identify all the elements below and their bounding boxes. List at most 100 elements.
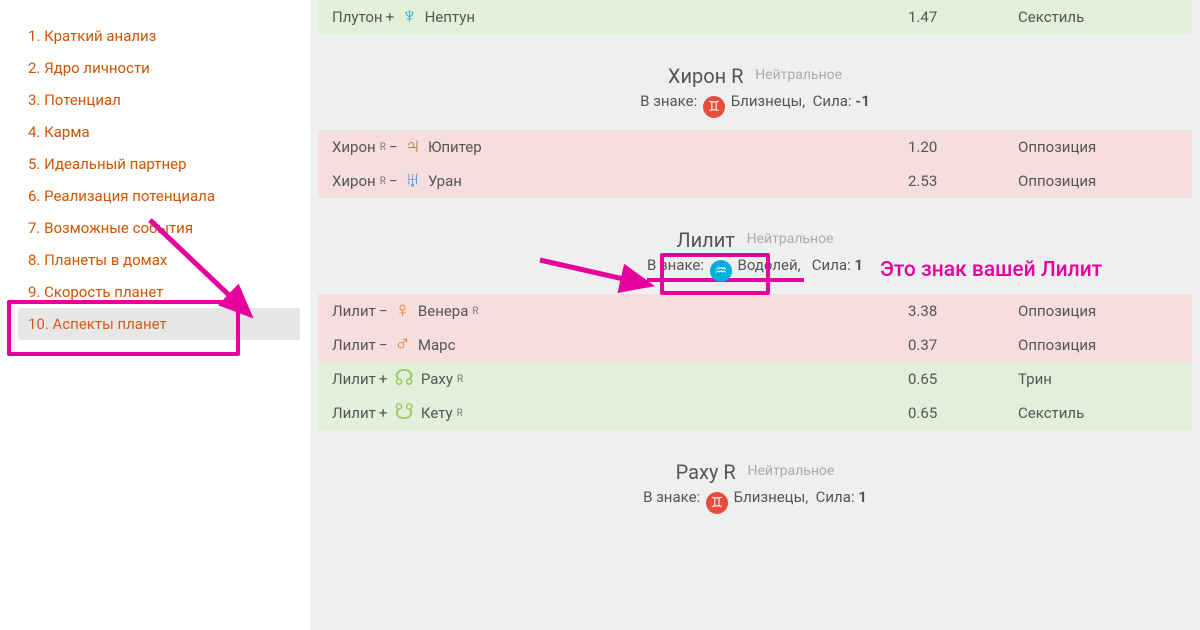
strength-label: Сила: xyxy=(813,92,852,110)
aspect-row: Лилит − ♀ ВенераR 3.38 Оппозиция xyxy=(318,294,1192,328)
nav-label: 6. Реализация потенциала xyxy=(28,187,215,205)
planet-left: Лилит xyxy=(332,404,376,422)
aspect-name: Оппозиция xyxy=(1018,138,1178,156)
strength-value: -1 xyxy=(855,92,870,110)
aspect-planets: Хирон R − ♃ Юпитер xyxy=(332,136,908,158)
comma: , xyxy=(805,488,808,506)
nav-item-2[interactable]: 2. Ядро личности xyxy=(18,52,300,84)
annotation-text: Это знак вашей Лилит xyxy=(880,258,1102,282)
retro-mark: R xyxy=(457,374,463,385)
aspect-orb: 0.65 xyxy=(908,404,1018,422)
nav-item-6[interactable]: 6. Реализация потенциала xyxy=(18,180,300,212)
planet-left: Хирон xyxy=(332,172,376,190)
underlined-sign-info: В знаке: ♒︎ Водолей, xyxy=(647,256,804,282)
aspect-table-top: Плутон + ♆ Нептун 1.47 Секстиль xyxy=(318,0,1192,34)
aspect-op: − xyxy=(389,138,398,156)
aspect-orb: 2.53 xyxy=(908,172,1018,190)
in-sign-label: В знаке: xyxy=(643,488,700,506)
section-title: Лилит xyxy=(676,228,734,252)
nav-item-7[interactable]: 7. Возможные события xyxy=(18,212,300,244)
planet-right: Кету xyxy=(421,404,453,422)
section-note: Нейтральное xyxy=(747,463,834,479)
aspect-name: Секстиль xyxy=(1018,8,1178,26)
aspect-planets: Лилит − ♀ ВенераR xyxy=(332,300,908,322)
aspect-table-lilith: Лилит − ♀ ВенераR 3.38 Оппозиция Лилит −… xyxy=(318,294,1192,430)
section-title: Раху R xyxy=(676,460,736,484)
neptune-icon: ♆ xyxy=(401,6,418,28)
retro-mark: R xyxy=(457,408,463,419)
mars-icon: ♂ xyxy=(394,334,411,356)
planet-left: Лилит xyxy=(332,302,376,320)
planet-right: Раху xyxy=(421,370,453,388)
planet-left: Хирон xyxy=(332,138,376,156)
planet-left: Плутон xyxy=(332,8,383,26)
aspect-op: − xyxy=(379,302,388,320)
nav-label: 2. Ядро личности xyxy=(28,59,150,77)
strength-value: 1 xyxy=(858,488,867,506)
comma: , xyxy=(802,92,805,110)
nav-item-8[interactable]: 8. Планеты в домах xyxy=(18,244,300,276)
aspect-name: Трин xyxy=(1018,370,1178,388)
comma: , xyxy=(798,256,801,274)
in-sign-label: В знаке: xyxy=(647,256,704,274)
aspect-orb: 0.37 xyxy=(908,336,1018,354)
aspect-planets: Лилит − ♂ Марс xyxy=(332,334,908,356)
aspect-planets: Лилит + ☋ Кету R xyxy=(332,402,908,424)
strength-label: Сила: xyxy=(816,488,855,506)
aspect-name: Оппозиция xyxy=(1018,336,1178,354)
planet-right: Уран xyxy=(428,172,462,190)
section-header-chiron: Хирон R Нейтральное xyxy=(318,48,1192,92)
aspect-planets: Лилит + ☊ РахуR xyxy=(332,368,908,390)
aspect-name: Оппозиция xyxy=(1018,302,1178,320)
main-content: Плутон + ♆ Нептун 1.47 Секстиль Хирон R … xyxy=(310,0,1200,630)
aspect-op: + xyxy=(386,8,395,26)
aspect-row: Лилит + ☊ РахуR 0.65 Трин xyxy=(318,362,1192,396)
planet-left: Лилит xyxy=(332,336,376,354)
section-note: Нейтральное xyxy=(747,231,834,247)
aspect-row: Плутон + ♆ Нептун 1.47 Секстиль xyxy=(318,0,1192,34)
nav-item-5[interactable]: 5. Идеальный партнер xyxy=(18,148,300,180)
retro-mark: R xyxy=(472,306,478,317)
planet-right: Юпитер xyxy=(428,138,482,156)
planet-right: Нептун xyxy=(425,8,475,26)
aspect-name: Секстиль xyxy=(1018,404,1178,422)
retro-mark: R xyxy=(380,142,386,153)
nav-item-4[interactable]: 4. Карма xyxy=(18,116,300,148)
section-title: Хирон R xyxy=(668,64,744,88)
aspect-planets: Хирон R − ♅ Уран xyxy=(332,170,908,192)
aspect-name: Оппозиция xyxy=(1018,172,1178,190)
nav-label: 5. Идеальный партнер xyxy=(28,155,187,173)
retro-mark: R xyxy=(380,176,386,187)
gemini-icon: ♊︎ xyxy=(703,96,725,118)
planet-right: Марс xyxy=(418,336,456,354)
nav-label: 4. Карма xyxy=(28,123,90,141)
aspect-table-chiron: Хирон R − ♃ Юпитер 1.20 Оппозиция Хирон R … xyxy=(318,130,1192,198)
ketu-icon: ☋ xyxy=(394,402,414,424)
sign-name: Водолей xyxy=(738,256,798,274)
nav-label: 9. Скорость планет xyxy=(28,283,164,301)
uranus-icon: ♅ xyxy=(404,170,421,192)
aspect-orb: 1.47 xyxy=(908,8,1018,26)
section-header-rahu: Раху R Нейтральное xyxy=(318,444,1192,488)
nav-label: 7. Возможные события xyxy=(28,219,193,237)
strength-value: 1 xyxy=(854,256,863,274)
in-sign-label: В знаке: xyxy=(640,92,697,110)
aspect-orb: 1.20 xyxy=(908,138,1018,156)
sign-name: Близнецы xyxy=(731,92,803,110)
section-sub-chiron: В знаке: ♊︎ Близнецы, Сила: -1 xyxy=(318,92,1192,130)
aspect-op: + xyxy=(379,404,388,422)
section-sub-rahu: В знаке: ♊︎ Близнецы, Сила: 1 xyxy=(318,488,1192,526)
aspect-op: − xyxy=(389,172,398,190)
jupiter-icon: ♃ xyxy=(404,136,421,158)
aspect-row: Хирон R − ♅ Уран 2.53 Оппозиция xyxy=(318,164,1192,198)
nav-item-9[interactable]: 9. Скорость планет xyxy=(18,276,300,308)
aspect-row: Хирон R − ♃ Юпитер 1.20 Оппозиция xyxy=(318,130,1192,164)
nav-item-10[interactable]: 10. Аспекты планет xyxy=(18,308,300,340)
sign-name: Близнецы xyxy=(734,488,806,506)
nav-label: 10. Аспекты планет xyxy=(28,315,167,333)
nav-item-3[interactable]: 3. Потенциал xyxy=(18,84,300,116)
venus-icon: ♀ xyxy=(394,300,411,322)
nav-item-1[interactable]: 1. Краткий анализ xyxy=(18,20,300,52)
sidebar: 1. Краткий анализ 2. Ядро личности 3. По… xyxy=(0,0,310,630)
planet-right: Венера xyxy=(418,302,469,320)
